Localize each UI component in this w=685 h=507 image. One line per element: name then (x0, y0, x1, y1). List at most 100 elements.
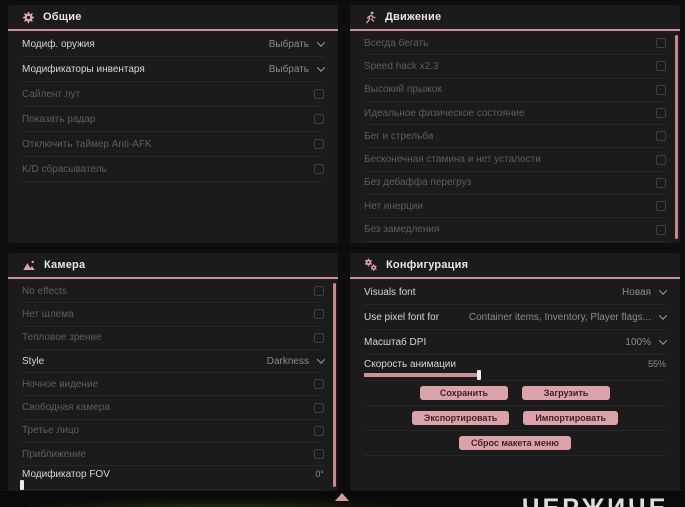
checkbox[interactable] (314, 114, 324, 124)
slider-handle[interactable] (476, 369, 481, 380)
checkbox[interactable] (656, 224, 666, 235)
dropdown[interactable]: Выбрать (269, 38, 326, 50)
infinite-stamina-toggle[interactable]: Бесконечная стамина и нет усталости (364, 148, 666, 172)
panel-title: Камера (44, 259, 86, 271)
speed-hack-toggle[interactable]: Speed hack x2.3 (364, 55, 666, 79)
save-button[interactable]: Сохранить (420, 386, 508, 400)
no-overload-debuff-toggle[interactable]: Без дебаффа перегруз (364, 172, 666, 196)
show-radar-toggle[interactable]: Показать радар (22, 107, 324, 132)
row-label: Приближение (22, 448, 86, 460)
third-person-toggle[interactable]: Третье лицо (22, 420, 324, 444)
dropdown-value[interactable]: Выбрать (269, 64, 309, 75)
no-slowdown-toggle[interactable]: Без замедления (364, 218, 666, 242)
no-effects-toggle[interactable]: No effects (22, 280, 324, 304)
checkbox[interactable] (314, 139, 324, 149)
pixel-font-select[interactable]: Use pixel font for Container items, Inven… (364, 305, 668, 330)
scrollbar[interactable] (333, 283, 336, 487)
dpi-scale-select[interactable]: Масштаб DPI 100% (364, 330, 668, 355)
panel-movement: Движение Всегда бегать Speed hack x2.3 Выс… (350, 5, 680, 243)
no-inertia-toggle[interactable]: Нет инерции (364, 195, 666, 219)
dropdown[interactable]: Выбрать (269, 63, 326, 75)
checkbox[interactable] (656, 201, 666, 212)
animation-speed-slider[interactable]: Скорость анимации 55% (364, 355, 666, 381)
inventory-mods-select[interactable]: Модификаторы инвентаря Выбрать (22, 57, 326, 82)
anti-afk-timer-toggle[interactable]: Отключить таймер Anti-AFK (22, 132, 324, 157)
row-label: Всегда бегать (364, 37, 429, 49)
chevron-down-icon[interactable] (316, 38, 326, 47)
checkbox[interactable] (656, 38, 666, 49)
row-label: No effects (22, 285, 67, 297)
chevron-down-icon[interactable] (658, 311, 668, 320)
scrollbar[interactable] (675, 35, 678, 239)
chevron-down-icon[interactable] (316, 355, 326, 364)
dropdown[interactable]: Container items, Inventory, Player flags… (469, 311, 668, 323)
settings-row: Сохранить Загрузить (364, 381, 666, 406)
row-label: Модиф. оружия (22, 38, 95, 50)
checkbox[interactable] (656, 131, 666, 142)
weapon-mod-select[interactable]: Модиф. оружия Выбрать (22, 32, 326, 57)
checkbox[interactable] (656, 177, 666, 188)
high-jump-toggle[interactable]: Высокий прыжок (364, 79, 666, 102)
row-label: Нет инерции (364, 200, 423, 212)
visuals-font-select[interactable]: Visuals font Новая (364, 280, 668, 305)
export-button[interactable]: Экспортировать (411, 411, 510, 425)
slider-handle[interactable] (20, 479, 24, 490)
panel-title: Конфигурация (386, 259, 469, 271)
dropdown-value[interactable]: Выбрать (269, 39, 309, 50)
row-label: Идеальное физическое состояние (364, 107, 525, 119)
dropdown[interactable]: Новая (622, 286, 668, 298)
checkbox[interactable] (314, 449, 324, 460)
checkbox[interactable] (314, 89, 324, 99)
checkbox[interactable] (314, 286, 324, 297)
panel-general: Общие Модиф. оружия Выбрать Модификаторы и… (8, 5, 338, 243)
settings-row: Экспортировать Импортировать (364, 406, 666, 431)
dropdown[interactable]: Darkness (267, 355, 326, 367)
row-label: Speed hack x2.3 (364, 60, 439, 72)
dropdown-value[interactable]: Новая (622, 287, 651, 298)
checkbox[interactable] (656, 108, 666, 119)
import-button[interactable]: Импортировать (523, 411, 619, 425)
zoom-toggle[interactable]: Приближение (22, 443, 324, 467)
panel-title: Общие (43, 11, 82, 23)
free-camera-toggle[interactable]: Свободная камера (22, 396, 324, 420)
dropdown-value[interactable]: Container items, Inventory, Player flags… (469, 312, 651, 323)
style-select[interactable]: Style Darkness (22, 350, 326, 374)
checkbox[interactable] (314, 332, 324, 343)
fov-modifier-slider[interactable]: Модификатор FOV 0° (20, 466, 324, 490)
silent-loot-toggle[interactable]: Сайлент лут (22, 82, 324, 107)
panel-movement-header[interactable]: Движение (350, 5, 680, 31)
checkbox[interactable] (314, 425, 324, 436)
menu-collapse-arrow-icon[interactable] (335, 493, 349, 501)
panel-camera-header[interactable]: Камера (8, 253, 338, 279)
perfect-condition-toggle[interactable]: Идеальное физическое состояние (364, 102, 666, 126)
slider-track[interactable] (20, 479, 324, 490)
no-helmet-toggle[interactable]: Нет шлема (22, 303, 324, 327)
dropdown-value[interactable]: Darkness (267, 356, 309, 367)
panel-general-header[interactable]: Общие (8, 5, 338, 31)
checkbox[interactable] (314, 309, 324, 320)
checkbox[interactable] (314, 379, 324, 390)
kd-reset-toggle[interactable]: K/D сбрасыватель (22, 157, 324, 182)
panel-configuration-header[interactable]: Конфигурация (350, 253, 680, 279)
checkbox[interactable] (314, 402, 324, 413)
slider-value: 55% (647, 359, 666, 369)
slider-track[interactable] (364, 369, 666, 380)
run-and-shoot-toggle[interactable]: Бег и стрельба (364, 125, 666, 149)
checkbox[interactable] (314, 164, 324, 174)
chevron-down-icon[interactable] (658, 336, 668, 345)
always-run-toggle[interactable]: Всегда бегать (364, 32, 666, 56)
checkbox[interactable] (656, 61, 666, 72)
thermal-vision-toggle[interactable]: Тепловое зрение (22, 327, 324, 350)
slider-value: 0° (315, 469, 324, 480)
slider-labels: Модификатор FOV 0° (22, 469, 324, 480)
dropdown[interactable]: 100% (625, 336, 668, 348)
chevron-down-icon[interactable] (316, 63, 326, 72)
checkbox[interactable] (656, 84, 666, 95)
reset-menu-layout-button[interactable]: Сброс макета меню (459, 436, 571, 450)
checkbox[interactable] (656, 154, 666, 165)
chevron-down-icon[interactable] (658, 286, 668, 295)
settings-row: Сброс макета меню (364, 431, 666, 456)
dropdown-value[interactable]: 100% (625, 337, 651, 348)
load-button[interactable]: Загрузить (522, 386, 610, 400)
night-vision-toggle[interactable]: Ночное видение (22, 373, 324, 397)
